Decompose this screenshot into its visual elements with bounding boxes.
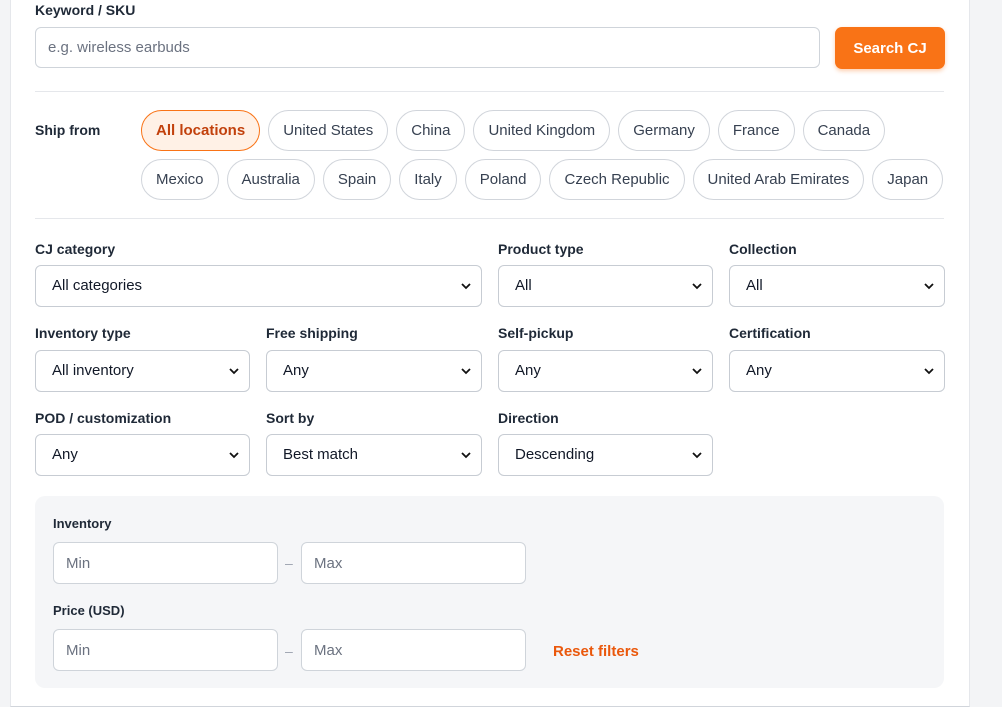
self-pickup-label: Self-pickup bbox=[498, 325, 574, 341]
range-separator: – bbox=[285, 643, 293, 659]
direction-label: Direction bbox=[498, 410, 559, 426]
ship-from-chip[interactable]: China bbox=[396, 110, 466, 151]
ship-from-chip[interactable]: Canada bbox=[802, 110, 886, 151]
ship-from-chip[interactable]: United Arab Emirates bbox=[692, 159, 865, 200]
inventory-range-label: Inventory bbox=[53, 516, 112, 531]
certification-select[interactable]: Any bbox=[729, 350, 945, 392]
keyword-input[interactable] bbox=[35, 27, 820, 68]
ship-from-chip[interactable]: Italy bbox=[399, 159, 457, 200]
price-min-input[interactable] bbox=[53, 629, 278, 671]
self-pickup-select[interactable]: Any bbox=[498, 350, 713, 392]
search-cj-button[interactable]: Search CJ bbox=[835, 27, 945, 69]
inventory-max-input[interactable] bbox=[301, 542, 526, 584]
free-shipping-label: Free shipping bbox=[266, 325, 358, 341]
product-type-select[interactable]: All bbox=[498, 265, 713, 307]
pod-value: Any bbox=[52, 446, 78, 463]
reset-filters-link[interactable]: Reset filters bbox=[553, 643, 639, 660]
sort-by-select[interactable]: Best match bbox=[266, 434, 482, 476]
free-shipping-select[interactable]: Any bbox=[266, 350, 482, 392]
chevron-down-icon bbox=[461, 283, 471, 290]
chip-row: All locations United States China United Ki… bbox=[141, 110, 941, 151]
self-pickup-value: Any bbox=[515, 362, 541, 379]
divider bbox=[35, 91, 944, 92]
ship-from-chip[interactable]: Czech Republic bbox=[549, 159, 685, 200]
collection-label: Collection bbox=[729, 241, 797, 257]
ship-from-chip[interactable]: Mexico bbox=[141, 159, 219, 200]
sort-by-label: Sort by bbox=[266, 410, 315, 426]
chevron-down-icon bbox=[461, 452, 471, 459]
certification-label: Certification bbox=[729, 325, 811, 341]
cj-category-select[interactable]: All categories bbox=[35, 265, 482, 307]
range-separator: – bbox=[285, 555, 293, 571]
chevron-down-icon bbox=[692, 368, 702, 375]
certification-value: Any bbox=[746, 362, 772, 379]
collection-value: All bbox=[746, 277, 763, 294]
pod-select[interactable]: Any bbox=[35, 434, 250, 476]
ship-from-chip[interactable]: Japan bbox=[872, 159, 944, 200]
inventory-type-label: Inventory type bbox=[35, 325, 131, 341]
ship-from-chips: All locations United States China United Ki… bbox=[141, 110, 944, 208]
inventory-min-input[interactable] bbox=[53, 542, 278, 584]
chevron-down-icon bbox=[461, 368, 471, 375]
cj-category-value: All categories bbox=[52, 277, 143, 294]
free-shipping-value: Any bbox=[283, 362, 309, 379]
chevron-down-icon bbox=[924, 283, 934, 290]
collection-select[interactable]: All bbox=[729, 265, 945, 307]
sort-by-value: Best match bbox=[283, 446, 359, 463]
ship-from-chip[interactable]: All locations bbox=[141, 110, 261, 151]
ship-from-chip[interactable]: Spain bbox=[322, 159, 392, 200]
inventory-type-value: All inventory bbox=[52, 362, 134, 379]
ship-from-chip[interactable]: France bbox=[717, 110, 795, 151]
ship-from-chip[interactable]: Germany bbox=[618, 110, 710, 151]
price-max-input[interactable] bbox=[301, 629, 526, 671]
keyword-label: Keyword / SKU bbox=[35, 2, 136, 18]
ship-from-chip[interactable]: United Kingdom bbox=[473, 110, 611, 151]
direction-value: Descending bbox=[515, 446, 595, 463]
pod-label: POD / customization bbox=[35, 410, 172, 426]
chevron-down-icon bbox=[229, 452, 239, 459]
ship-from-chip[interactable]: Australia bbox=[226, 159, 315, 200]
chevron-down-icon bbox=[229, 368, 239, 375]
inventory-type-select[interactable]: All inventory bbox=[35, 350, 250, 392]
price-range-label: Price (USD) bbox=[53, 603, 125, 618]
product-type-value: All bbox=[515, 277, 532, 294]
ship-from-chip[interactable]: United States bbox=[268, 110, 389, 151]
chevron-down-icon bbox=[692, 452, 702, 459]
chevron-down-icon bbox=[692, 283, 702, 290]
direction-select[interactable]: Descending bbox=[498, 434, 713, 476]
ship-from-label: Ship from bbox=[35, 122, 101, 138]
divider bbox=[35, 218, 944, 219]
product-type-label: Product type bbox=[498, 241, 584, 257]
ship-from-chip[interactable]: Poland bbox=[464, 159, 542, 200]
cj-category-label: CJ category bbox=[35, 241, 116, 257]
chip-row: Mexico Australia Spain Italy Poland Czech Rep… bbox=[141, 159, 944, 200]
chevron-down-icon bbox=[924, 368, 934, 375]
